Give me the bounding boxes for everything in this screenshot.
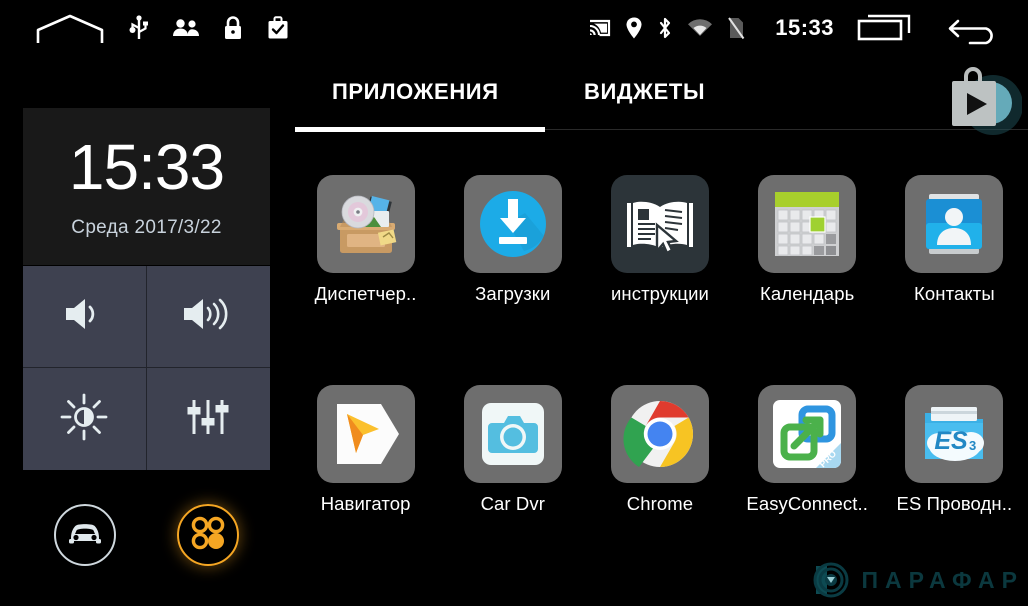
status-bar-left-icons — [0, 0, 290, 55]
back-button[interactable] — [946, 11, 1002, 45]
apps-grid-icon — [189, 514, 227, 557]
app-item[interactable]: ES 3 ES Проводн.. — [881, 377, 1028, 587]
app-label: Диспетчер.. — [314, 283, 417, 304]
main-pane: ПРИЛОЖЕНИЯ ВИДЖЕТЫ Диспетчер.. Загрузки … — [292, 55, 1028, 606]
people-icon — [172, 18, 200, 38]
briefcase-check-icon — [266, 15, 290, 41]
active-tab-indicator — [295, 127, 545, 132]
volume-low-icon — [60, 293, 108, 340]
status-bar: 15:33 — [0, 0, 1028, 55]
app-item[interactable]: Календарь — [734, 167, 881, 377]
app-item[interactable]: Загрузки — [439, 167, 586, 377]
app-label: Загрузки — [475, 283, 551, 304]
app-item[interactable]: инструкции — [586, 167, 733, 377]
status-bar-clock: 15:33 — [775, 14, 834, 40]
app-item[interactable]: Car Dvr — [439, 377, 586, 587]
parafar-logo-icon — [813, 562, 849, 598]
cast-icon — [587, 17, 611, 39]
bluetooth-icon — [657, 16, 673, 40]
brightness-button[interactable] — [23, 368, 147, 470]
status-bar-right: 15:33 — [587, 0, 1028, 55]
downloads-icon — [463, 175, 562, 273]
clock-date: Среда 2017/3/22 — [71, 216, 222, 238]
app-item[interactable]: Chrome — [586, 377, 733, 587]
app-label: Контакты — [914, 283, 995, 304]
car-icon — [66, 518, 104, 553]
recents-button[interactable] — [856, 13, 912, 43]
equalizer-icon — [184, 395, 232, 444]
app-label: EasyConnect.. — [746, 493, 868, 514]
easyconnect-icon: PRO — [758, 385, 857, 483]
sidebar-bottom-buttons — [23, 487, 270, 583]
volume-down-button[interactable] — [23, 266, 147, 368]
clock-widget[interactable]: 15:33 Среда 2017/3/22 — [23, 108, 270, 265]
manual-book-icon — [610, 175, 709, 273]
volume-high-icon — [180, 293, 236, 340]
app-item[interactable]: PRO EasyConnect.. — [734, 377, 881, 587]
tab-bar: ПРИЛОЖЕНИЯ ВИДЖЕТЫ — [292, 55, 1028, 135]
head-unit-screen: 15:33 15:33 Среда 2017/3/22 ПРИЛОЖЕНИЯ В… — [0, 0, 1028, 606]
home-icon[interactable] — [34, 11, 106, 45]
equalizer-button[interactable] — [146, 368, 270, 470]
volume-up-button[interactable] — [146, 266, 270, 368]
wifi-icon — [687, 17, 713, 39]
svg-text:ES: ES — [935, 427, 969, 455]
navigator-arrow-icon — [316, 385, 415, 483]
app-label: ES Проводн.. — [896, 493, 1013, 514]
app-label: Chrome — [626, 493, 694, 514]
app-label: Car Dvr — [480, 493, 545, 514]
tab-applications[interactable]: ПРИЛОЖЕНИЯ — [332, 79, 499, 105]
camera-icon — [463, 385, 562, 483]
app-label: Навигатор — [320, 493, 411, 514]
app-item[interactable]: Навигатор — [292, 377, 439, 587]
quick-controls-grid — [23, 266, 270, 470]
clock-time: 15:33 — [68, 130, 225, 203]
watermark-text: ПАРАФАР — [861, 566, 1024, 593]
tab-widgets[interactable]: ВИДЖЕТЫ — [584, 79, 705, 105]
app-grid: Диспетчер.. Загрузки инструкции Календар… — [292, 167, 1028, 587]
usb-icon — [128, 14, 150, 41]
lock-icon — [222, 15, 244, 41]
contacts-icon — [905, 175, 1004, 273]
es-file-explorer-icon: ES 3 — [905, 385, 1004, 483]
calendar-icon — [758, 175, 857, 273]
location-pin-icon — [625, 16, 643, 40]
watermark: ПАРАФАР — [811, 558, 1024, 602]
app-item[interactable]: Контакты — [881, 167, 1028, 377]
sidebar: 15:33 Среда 2017/3/22 — [0, 55, 292, 606]
svg-text:3: 3 — [969, 438, 976, 453]
car-button[interactable] — [53, 504, 116, 566]
sim-card-off-icon — [727, 16, 745, 40]
chrome-icon — [610, 385, 709, 483]
play-store-button[interactable] — [936, 59, 1023, 139]
app-label: Календарь — [760, 283, 855, 304]
app-item[interactable]: Диспетчер.. — [292, 167, 439, 377]
app-label: инструкции — [611, 283, 709, 304]
file-manager-box-icon — [316, 175, 415, 273]
apps-button[interactable] — [177, 504, 240, 566]
brightness-icon — [60, 393, 108, 446]
